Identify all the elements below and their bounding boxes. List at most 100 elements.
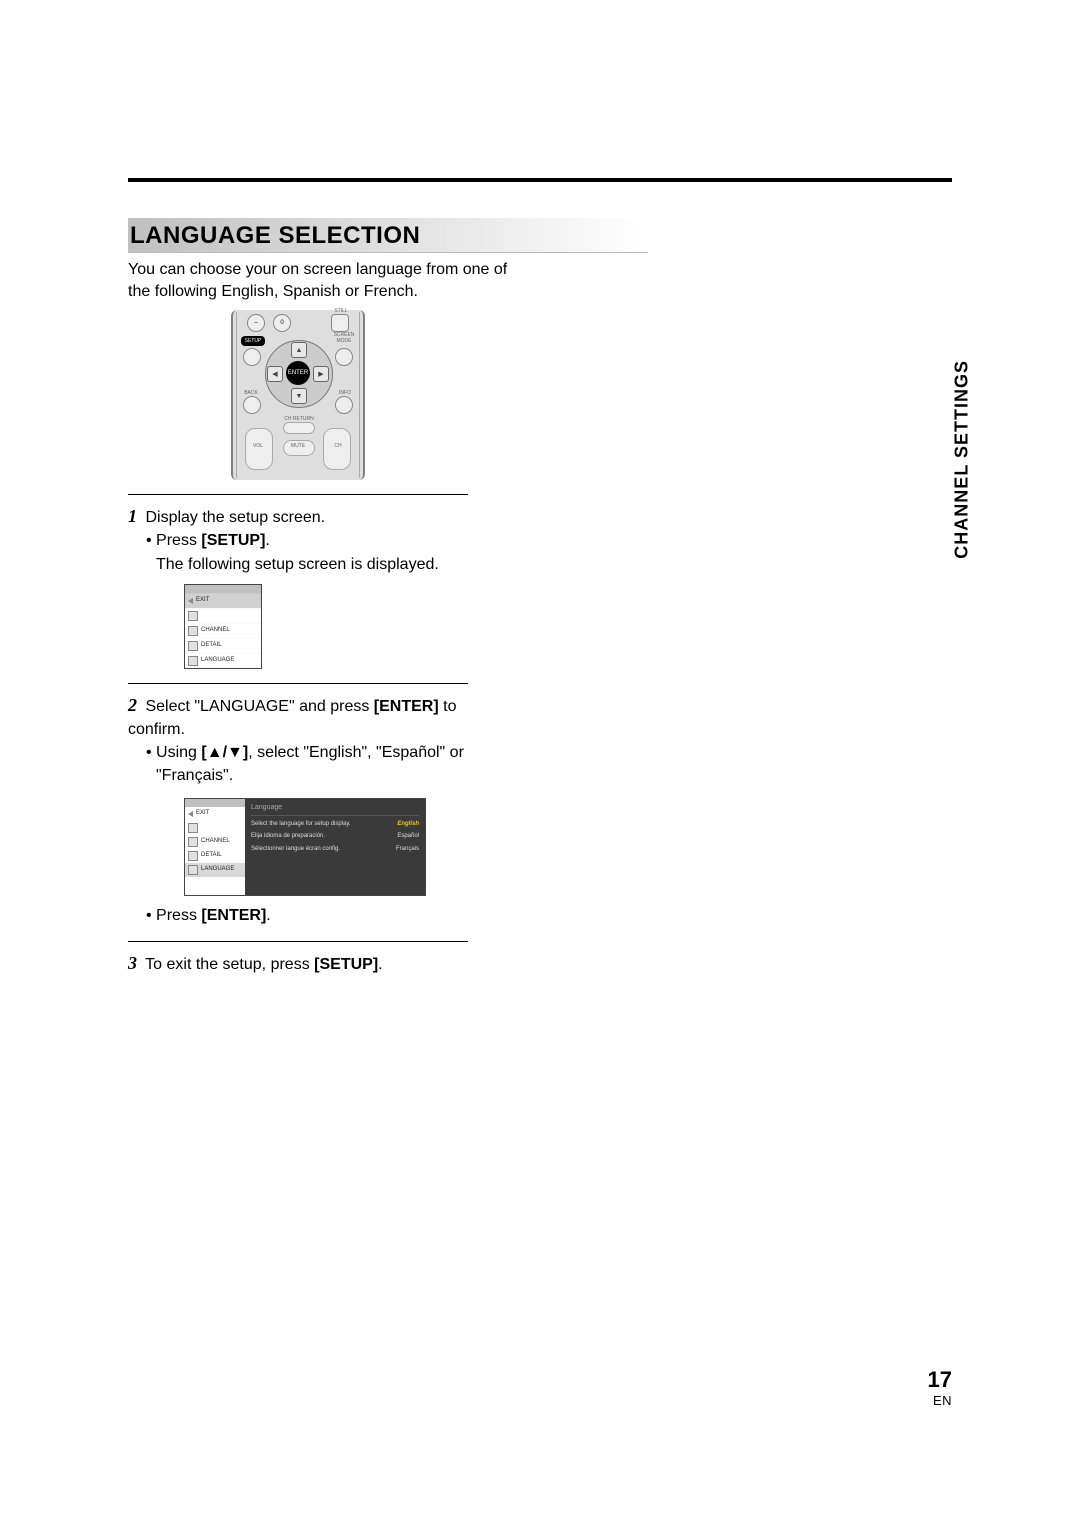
section-heading: LANGUAGE SELECTION xyxy=(128,218,648,253)
menu-icon xyxy=(188,656,198,666)
menu-item-detail: DETAIL xyxy=(185,849,245,863)
step-bullet-post: . xyxy=(265,532,269,549)
remote-still-button xyxy=(331,314,349,332)
step-1: 1 Display the setup screen. • Press [SET… xyxy=(128,503,468,669)
step-2: 2 Select "LANGUAGE" and press [ENTER] to… xyxy=(128,692,468,927)
menu-icon xyxy=(188,837,198,847)
page-lang: EN xyxy=(928,1393,952,1408)
step-text-pre: To exit the setup, press xyxy=(145,956,314,973)
step-bullet-pre: • Press xyxy=(146,532,201,549)
menu-label: LANGUAGE xyxy=(201,656,234,665)
intro-text: You can choose your on screen language f… xyxy=(128,259,508,302)
dpad-up-icon: ▲ xyxy=(291,342,307,358)
step-bullet-bold: [ENTER] xyxy=(201,907,266,924)
step-bullet-pre: • Press xyxy=(146,907,201,924)
lang-option: Español xyxy=(397,832,419,841)
menu-side: EXIT CHANNEL DETAIL xyxy=(185,799,245,895)
step-text: Display the setup screen. xyxy=(145,509,325,526)
back-arrow-icon xyxy=(188,598,193,604)
remote-setup-button: SETUP xyxy=(241,336,265,346)
remote-ch-rocker xyxy=(323,428,351,470)
step-text-post: . xyxy=(378,956,382,973)
lang-line: Sélectionner langue écran config. França… xyxy=(251,843,419,856)
remote-info-label: INFO xyxy=(333,390,357,396)
menu-icon xyxy=(188,611,198,621)
page-number: 17 xyxy=(928,1367,952,1393)
manual-page: LANGUAGE SELECTION You can choose your o… xyxy=(0,0,1080,1528)
remote-zero-button: 0 xyxy=(273,314,291,332)
lang-desc: Elija idioma de preparación. xyxy=(251,832,325,841)
remote-vol-rocker xyxy=(245,428,273,470)
step-bullet-pre: • Using xyxy=(146,744,201,761)
step-number: 3 xyxy=(128,953,137,973)
step-number: 2 xyxy=(128,695,137,715)
step-bullet-bold: [SETUP] xyxy=(201,532,265,549)
lang-option: English xyxy=(397,820,419,829)
menu-icon xyxy=(188,626,198,636)
menu-icon xyxy=(188,823,198,833)
menu-item-channel: CHANNEL xyxy=(185,623,261,638)
step-text-bold: [ENTER] xyxy=(374,698,439,715)
setup-menu-figure: EXIT CHANNEL DETAIL LANGUAGE xyxy=(184,584,262,669)
section-tab: CHANNEL SETTINGS xyxy=(952,360,973,559)
menu-main: Language Select the language for setup d… xyxy=(245,799,425,895)
remote-vol-label: VOL xyxy=(247,443,269,449)
menu-label: DETAIL xyxy=(201,641,222,650)
step-text-pre: Select "LANGUAGE" and press xyxy=(145,698,373,715)
menu-item-exit: EXIT xyxy=(185,807,245,821)
menu-item-channel: CHANNEL xyxy=(185,835,245,849)
remote-still-label: STILL xyxy=(329,308,353,314)
remote-control: – 0 STILL SETUP SCREEN MODE ▲ ▼ ◀ ▶ ENTE… xyxy=(231,310,365,480)
lang-line: Select the language for setup display. E… xyxy=(251,818,419,831)
top-rule xyxy=(128,178,952,182)
language-menu-figure: EXIT CHANNEL DETAIL xyxy=(184,798,426,896)
step-continuation: The following setup screen is displayed. xyxy=(156,553,468,576)
menu-item-exit: EXIT xyxy=(185,593,261,608)
content-column: LANGUAGE SELECTION You can choose your o… xyxy=(128,218,648,976)
step-3: 3 To exit the setup, press [SETUP]. xyxy=(128,950,468,976)
step-text-bold: [SETUP] xyxy=(314,956,378,973)
menu-label: LANGUAGE xyxy=(201,865,234,874)
separator xyxy=(128,683,468,684)
menu-item-blank xyxy=(185,821,245,835)
remote-back-button xyxy=(243,396,261,414)
remote-dpad: ▲ ▼ ◀ ▶ ENTER xyxy=(265,340,331,406)
panel-title: Language xyxy=(251,803,419,816)
menu-label: EXIT xyxy=(196,809,209,818)
back-arrow-icon xyxy=(188,811,193,817)
remote-mute-label: MUTE xyxy=(283,443,313,449)
menu-label: DETAIL xyxy=(201,851,222,860)
menu-icon xyxy=(188,641,198,651)
separator xyxy=(128,941,468,942)
lang-option: Français xyxy=(396,845,419,854)
step-bullet-post: . xyxy=(266,907,270,924)
menu-label: EXIT xyxy=(196,596,209,605)
remote-enter-button: ENTER xyxy=(286,361,310,385)
remote-chreturn-button xyxy=(283,422,315,434)
dpad-down-icon: ▼ xyxy=(291,388,307,404)
remote-left-side-button xyxy=(243,348,261,366)
remote-info-button xyxy=(335,396,353,414)
menu-item-language: LANGUAGE xyxy=(185,653,261,668)
lang-desc: Select the language for setup display. xyxy=(251,820,351,829)
menu-item-detail: DETAIL xyxy=(185,638,261,653)
separator xyxy=(128,494,468,495)
lang-desc: Sélectionner langue écran config. xyxy=(251,845,340,854)
menu-icon xyxy=(188,865,198,875)
dpad-left-icon: ◀ xyxy=(267,366,283,382)
remote-screenmode-label: SCREEN MODE xyxy=(329,332,359,344)
menu-item-language: LANGUAGE xyxy=(185,863,245,877)
menu-icon xyxy=(188,851,198,861)
lang-line: Elija idioma de preparación. Español xyxy=(251,830,419,843)
remote-figure: – 0 STILL SETUP SCREEN MODE ▲ ▼ ◀ ▶ ENTE… xyxy=(128,310,468,480)
remote-right-side-button xyxy=(335,348,353,366)
page-footer: 17 EN xyxy=(928,1367,952,1408)
step-number: 1 xyxy=(128,506,137,526)
dpad-right-icon: ▶ xyxy=(313,366,329,382)
menu-label: CHANNEL xyxy=(201,837,230,846)
menu-label: CHANNEL xyxy=(201,626,230,635)
remote-back-label: BACK xyxy=(239,390,263,396)
remote-ch-label: CH xyxy=(327,443,349,449)
step-bullet-bold: [▲/▼] xyxy=(201,744,248,761)
remote-dash-button: – xyxy=(247,314,265,332)
